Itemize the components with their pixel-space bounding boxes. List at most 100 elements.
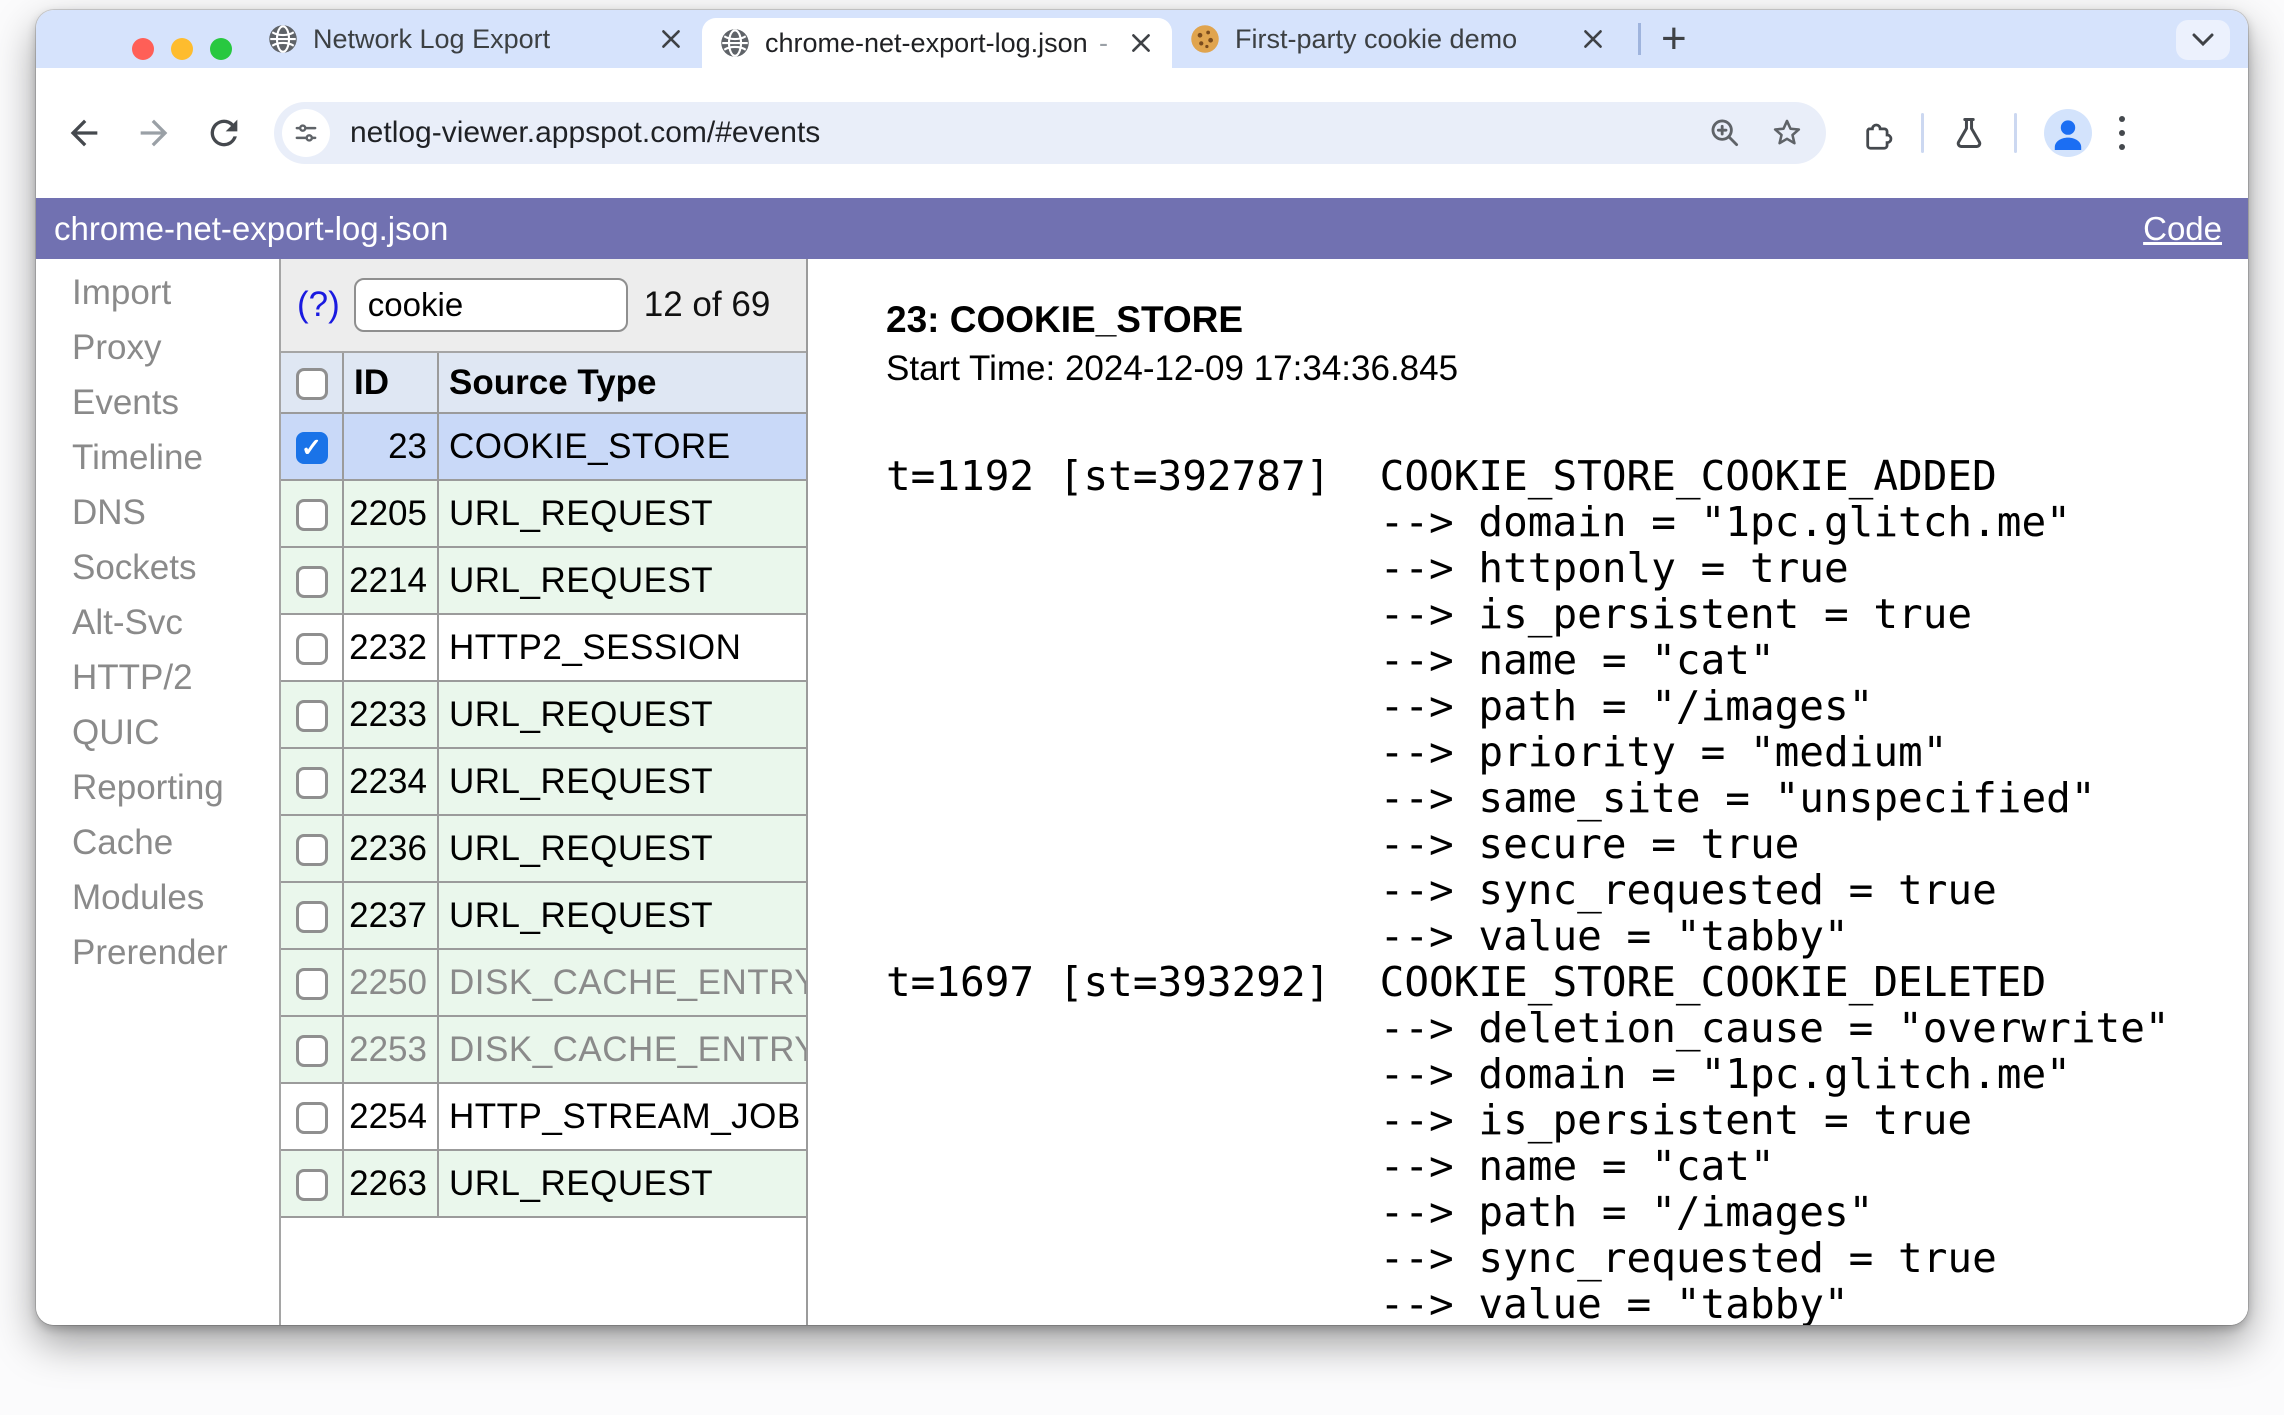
event-row-2263[interactable]: 2263 URL_REQUEST xyxy=(281,1149,806,1218)
column-header-id[interactable]: ID xyxy=(342,353,439,414)
column-header-source-type[interactable]: Source Type xyxy=(437,353,806,414)
event-source-type: URL_REQUEST xyxy=(437,1149,806,1218)
address-bar[interactable]: netlog-viewer.appspot.com/#events xyxy=(274,102,1826,164)
detail-title: 23: COOKIE_STORE xyxy=(886,299,1244,340)
tab-title: Network Log Export xyxy=(313,23,551,54)
site-settings-chip[interactable] xyxy=(282,109,330,157)
profile-avatar[interactable] xyxy=(2044,109,2092,157)
close-window-button[interactable] xyxy=(132,38,154,60)
events-table-header: ID Source Type xyxy=(281,353,806,414)
toolbar-actions xyxy=(1858,109,2125,157)
globe-icon xyxy=(720,28,750,58)
sidebar-item-http-2[interactable]: HTTP/2 xyxy=(36,650,279,705)
event-list-pane: (?) 12 of 69 ID Source Type 23COOKIE_STO… xyxy=(281,259,808,1325)
event-source-type: COOKIE_STORE xyxy=(437,412,806,481)
event-row-2233[interactable]: 2233 URL_REQUEST xyxy=(281,680,806,749)
event-source-type: URL_REQUEST xyxy=(437,546,806,615)
event-source-type: HTTP_STREAM_JOB xyxy=(437,1082,806,1151)
tab-first-party-cookie-demo[interactable]: First-party cookie demo xyxy=(1172,10,1624,68)
sidebar-item-quic[interactable]: QUIC xyxy=(36,705,279,760)
event-detail-pane: 23: COOKIE_STORE Start Time: 2024-12-09 … xyxy=(808,259,2248,1325)
event-row-2232[interactable]: 2232 HTTP2_SESSION xyxy=(281,613,806,682)
event-source-type: DISK_CACHE_ENTRY xyxy=(437,948,806,1017)
sidebar-item-events[interactable]: Events xyxy=(36,375,279,430)
event-id: 2232 xyxy=(342,613,439,682)
event-source-type: URL_REQUEST xyxy=(437,747,806,816)
close-tab-icon[interactable] xyxy=(658,26,684,52)
event-row-2250[interactable]: 2250 DISK_CACHE_ENTRY xyxy=(281,948,806,1017)
start-time-label: Start Time: xyxy=(886,349,1056,388)
sidebar-item-dns[interactable]: DNS xyxy=(36,485,279,540)
minimize-window-button[interactable] xyxy=(171,38,193,60)
event-log[interactable]: t=1192 [st=392787] COOKIE_STORE_COOKIE_A… xyxy=(886,453,2238,1325)
tab-network-log-export[interactable]: Network Log Export xyxy=(250,10,702,68)
cookie-icon xyxy=(1191,25,1219,53)
row-checkbox[interactable] xyxy=(295,499,328,532)
tab-search-button[interactable] xyxy=(2176,20,2230,60)
event-row-2205[interactable]: 2205 URL_REQUEST xyxy=(281,479,806,548)
reload-icon[interactable] xyxy=(204,113,244,153)
event-id: 2237 xyxy=(342,881,439,950)
event-row-23[interactable]: 23COOKIE_STORE xyxy=(281,412,806,481)
event-row-2236[interactable]: 2236 URL_REQUEST xyxy=(281,814,806,883)
sidebar-item-timeline[interactable]: Timeline xyxy=(36,430,279,485)
row-checkbox[interactable] xyxy=(295,700,328,733)
zoom-window-button[interactable] xyxy=(210,38,232,60)
row-checkbox[interactable] xyxy=(295,1035,328,1068)
row-checkbox[interactable] xyxy=(295,566,328,599)
event-source-type: URL_REQUEST xyxy=(437,814,806,883)
tab-title-suffix: - xyxy=(1099,27,1108,58)
url-text[interactable]: netlog-viewer.appspot.com/#events xyxy=(350,116,1680,150)
row-checkbox[interactable] xyxy=(295,767,328,800)
tab-separator xyxy=(1638,23,1641,55)
tab-chrome-net-export-log[interactable]: chrome-net-export-log.json - xyxy=(702,18,1172,68)
extensions-icon[interactable] xyxy=(1858,115,1894,151)
sidebar-item-proxy[interactable]: Proxy xyxy=(36,320,279,375)
event-row-2254[interactable]: 2254 HTTP_STREAM_JOB xyxy=(281,1082,806,1151)
traffic-lights xyxy=(132,38,232,60)
new-tab-button[interactable]: + xyxy=(1661,17,1687,61)
select-all-checkbox[interactable] xyxy=(295,368,328,401)
row-checkbox[interactable] xyxy=(295,901,328,934)
close-tab-icon[interactable] xyxy=(1128,30,1154,56)
event-id: 2236 xyxy=(342,814,439,883)
event-source-type: URL_REQUEST xyxy=(437,881,806,950)
bookmark-star-icon[interactable] xyxy=(1770,116,1804,150)
event-id: 2250 xyxy=(342,948,439,1017)
events-table: ID Source Type 23COOKIE_STORE2205URL_REQ… xyxy=(281,353,806,1218)
row-checkbox[interactable] xyxy=(295,432,328,465)
sidebar-item-cache[interactable]: Cache xyxy=(36,815,279,870)
row-checkbox[interactable] xyxy=(295,1102,328,1135)
tab-title: chrome-net-export-log.json xyxy=(765,27,1088,58)
code-link[interactable]: Code xyxy=(2143,210,2222,248)
sidebar-item-prerender[interactable]: Prerender xyxy=(36,925,279,980)
close-tab-icon[interactable] xyxy=(1580,26,1606,52)
forward-icon[interactable] xyxy=(134,113,174,153)
loaded-file-name: chrome-net-export-log.json xyxy=(54,209,449,247)
filter-bar: (?) 12 of 69 xyxy=(281,259,806,353)
flask-icon[interactable] xyxy=(1951,115,1987,151)
tab-title: First-party cookie demo xyxy=(1235,23,1518,54)
filter-input[interactable] xyxy=(353,278,628,332)
sidebar-item-reporting[interactable]: Reporting xyxy=(36,760,279,815)
event-row-2237[interactable]: 2237 URL_REQUEST xyxy=(281,881,806,950)
event-source-type: URL_REQUEST xyxy=(437,479,806,548)
browser-menu-icon[interactable] xyxy=(2119,116,2125,150)
sidebar-item-sockets[interactable]: Sockets xyxy=(36,540,279,595)
event-id: 2205 xyxy=(342,479,439,548)
event-id: 2253 xyxy=(342,1015,439,1084)
row-checkbox[interactable] xyxy=(295,834,328,867)
sidebar-item-modules[interactable]: Modules xyxy=(36,870,279,925)
back-icon[interactable] xyxy=(64,113,104,153)
filter-help-link[interactable]: (?) xyxy=(297,285,340,325)
event-row-2214[interactable]: 2214 URL_REQUEST xyxy=(281,546,806,615)
event-row-2234[interactable]: 2234 URL_REQUEST xyxy=(281,747,806,816)
sidebar-item-alt-svc[interactable]: Alt-Svc xyxy=(36,595,279,650)
zoom-icon[interactable] xyxy=(1708,116,1742,150)
event-id: 2254 xyxy=(342,1082,439,1151)
row-checkbox[interactable] xyxy=(295,1169,328,1202)
event-row-2253[interactable]: 2253 DISK_CACHE_ENTRY xyxy=(281,1015,806,1084)
row-checkbox[interactable] xyxy=(295,968,328,1001)
sidebar-item-import[interactable]: Import xyxy=(36,265,279,320)
row-checkbox[interactable] xyxy=(295,633,328,666)
